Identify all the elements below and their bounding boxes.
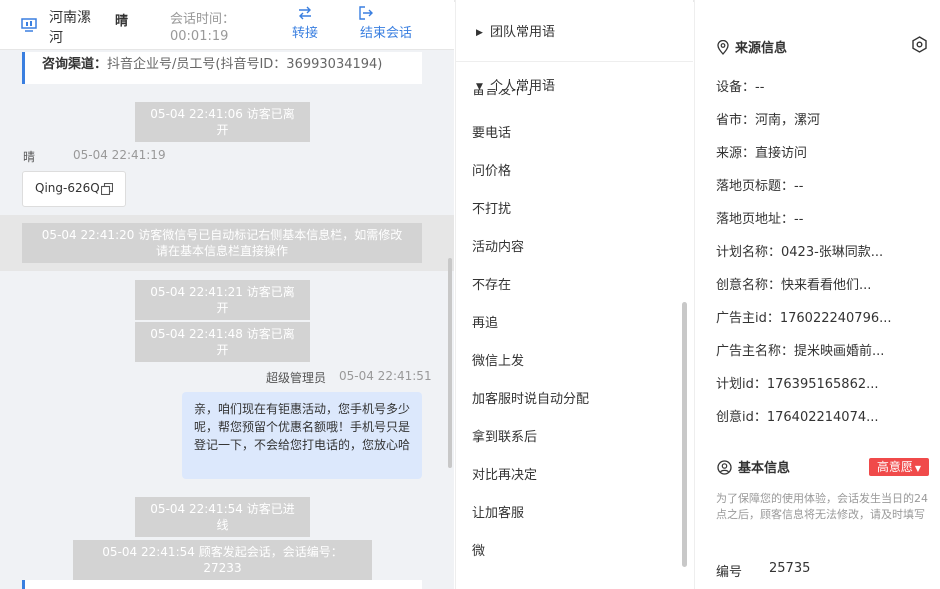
group-divider xyxy=(456,61,693,62)
info-advertiser-id: 广告主id：176022240796... xyxy=(716,311,892,326)
source-info-header: 来源信息 xyxy=(717,37,787,56)
visitor-name: 晴 xyxy=(115,14,129,29)
peer-timestamp: 05-04 22:41:19 xyxy=(73,148,166,162)
info-advertiser-name: 广告主名称：提米映画婚前... xyxy=(716,344,885,359)
transfer-icon xyxy=(299,6,311,20)
wechat-notice-line-1: 05-04 22:41:20 访客微信号已自动标记右侧基本信息栏，如需修改 xyxy=(41,228,403,242)
system-message: 05-04 22:41:21 访客已离开 xyxy=(135,280,310,320)
phrases-scrollbar[interactable] xyxy=(682,302,687,567)
phrases-panel: ▶ 团队常用语 ▼ 个人常用语 留言发不了 要电话 问价格 不打扰 活动内容 不存在… xyxy=(455,0,693,589)
wechat-notice-line-2: 请在基本信息栏直接操作 xyxy=(155,244,288,258)
session-time-value: 00:01:19 xyxy=(170,29,229,44)
exit-icon xyxy=(359,6,373,20)
peer-message-text: Qing-626Q xyxy=(35,181,100,195)
system-message-wechat-notice: 05-04 22:41:20 访客微信号已自动标记右侧基本信息栏，如需修改 请在… xyxy=(22,223,422,263)
phrase-item[interactable]: 问价格 xyxy=(472,160,511,179)
info-creative-name: 创意名称：快来看看他们... xyxy=(716,278,872,293)
end-session-label: 结束会话 xyxy=(359,26,412,41)
info-source: 来源：直接访问 xyxy=(716,146,808,161)
edit-deadline-notice: 为了保障您的使用体验，会话发生当日的24点之后，顾客信息将无法修改，请及时填写 xyxy=(716,492,928,521)
phrase-item[interactable]: 要电话 xyxy=(472,122,511,141)
phrase-item[interactable]: 对比再决定 xyxy=(472,464,537,483)
phrase-item[interactable]: 让加客服 xyxy=(472,502,524,521)
source-info-title: 来源信息 xyxy=(735,41,788,56)
copy-icon[interactable] xyxy=(101,183,113,195)
channel-bar-bottom xyxy=(22,580,422,589)
team-phrases-group[interactable]: ▶ 团队常用语 xyxy=(476,21,555,40)
agent-timestamp: 05-04 22:41:51 xyxy=(339,369,432,383)
visitor-info-panel: 来源信息 设备：-- 省市：河南，漯河 来源：直接访问 落地页标题：-- 落地页… xyxy=(694,0,940,589)
customer-id-value: 25735 xyxy=(769,561,811,576)
phrase-item[interactable]: 活动内容 xyxy=(472,236,524,255)
info-plan-id: 计划id：176395165862... xyxy=(716,377,879,392)
location-pin-icon xyxy=(717,39,729,55)
chat-panel: 河南漯河 晴 会话时间： 00:01:19 转接 结束会话 咨询渠道：抖音企业号… xyxy=(0,0,454,589)
end-session-button[interactable]: 结束会话 xyxy=(356,6,416,41)
phrase-item[interactable]: 微 xyxy=(472,540,485,559)
chat-scrollbar[interactable] xyxy=(448,258,452,468)
agent-name: 超级管理员 xyxy=(266,371,327,385)
info-plan-name: 计划名称：0423-张琳同款... xyxy=(716,245,884,260)
info-landing-title: 落地页标题：-- xyxy=(716,179,804,194)
system-message: 05-04 22:41:54 访客已进线 xyxy=(135,497,310,537)
chat-header: 河南漯河 晴 会话时间： 00:01:19 转接 结束会话 xyxy=(0,0,454,50)
intent-level-label: 高意愿 xyxy=(876,460,913,474)
session-time-label: 会话时间： xyxy=(170,12,236,27)
basic-info-header: 基本信息 xyxy=(717,457,790,476)
channel-label: 咨询渠道： xyxy=(42,57,108,72)
channel-value: 抖音企业号/员工号(抖音号ID：36993034194) xyxy=(107,57,383,72)
peer-message-bubble[interactable]: Qing-626Q xyxy=(22,171,126,207)
dropdown-caret-icon: ▼ xyxy=(914,464,922,473)
caret-right-icon: ▶ xyxy=(476,28,483,38)
phrase-item-partial[interactable]: 留言发不了 xyxy=(472,89,537,98)
info-device: 设备：-- xyxy=(716,80,765,95)
info-creative-id: 创意id：176402214074... xyxy=(716,410,879,425)
info-province-city: 省市：河南，漯河 xyxy=(716,113,821,128)
phrase-item[interactable]: 不存在 xyxy=(472,274,511,293)
visitor-location: 河南漯河 xyxy=(49,10,91,46)
agent-message-bubble: 亲，咱们现在有钜惠活动，您手机号多少呢，帮您预留个优惠名额哦！手机号只是登记一下… xyxy=(182,392,422,479)
transfer-label: 转接 xyxy=(291,26,318,41)
phrase-item[interactable]: 再追 xyxy=(472,312,498,331)
consult-channel-bar: 咨询渠道：抖音企业号/员工号(抖音号ID：36993034194) xyxy=(22,52,422,84)
phrase-item[interactable]: 不打扰 xyxy=(472,198,511,217)
intent-level-dropdown[interactable]: 高意愿 ▼ xyxy=(869,458,929,476)
customer-id-label: 编号 xyxy=(716,565,743,580)
system-message: 05-04 22:41:06 访客已离开 xyxy=(135,102,310,142)
transfer-button[interactable]: 转接 xyxy=(285,6,325,41)
system-message: 05-04 22:41:48 访客已离开 xyxy=(135,322,310,362)
system-message-session-start: 05-04 22:41:54 顾客发起会话，会话编号：27233 xyxy=(73,540,372,580)
phrase-item[interactable]: 拿到联系后 xyxy=(472,426,537,445)
team-phrases-label: 团队常用语 xyxy=(490,25,556,40)
peer-name: 晴 xyxy=(23,150,36,164)
gear-icon[interactable] xyxy=(911,36,928,53)
basic-info-title: 基本信息 xyxy=(738,461,791,476)
info-landing-url: 落地页地址：-- xyxy=(716,212,804,227)
user-circle-icon xyxy=(717,460,732,475)
phrase-item[interactable]: 加客服时说自动分配 xyxy=(472,388,589,407)
phrase-item[interactable]: 微信上发 xyxy=(472,350,524,369)
monitor-icon xyxy=(21,18,37,32)
